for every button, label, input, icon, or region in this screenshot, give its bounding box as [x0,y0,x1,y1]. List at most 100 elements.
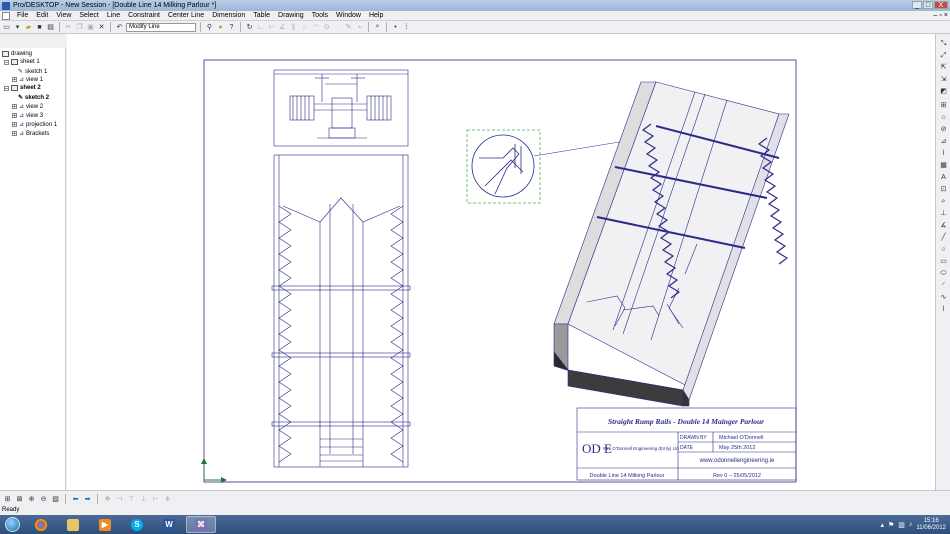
back-arrow-icon[interactable]: ⬅ [71,494,80,503]
rectangle-tool-icon[interactable]: ▭ [939,258,948,266]
sketch-tool-5-icon[interactable]: ◩ [939,88,948,96]
sketch-tool-3-icon[interactable]: ⇱ [939,64,948,72]
isometric-view[interactable] [553,81,790,407]
tree-item-sketch-2[interactable]: ✎ sketch 2 [18,94,49,102]
tree-item-view-3[interactable]: + ⊿ view 3 [12,112,43,119]
taskbar-skype[interactable]: S [122,516,152,533]
zoom-window-icon[interactable]: ⊠ [15,494,24,503]
sketch-tool-10-icon[interactable]: ⌇ [939,150,948,158]
collapse-icon[interactable]: – [4,85,9,91]
bullet-icon[interactable]: • [391,23,400,32]
grid-icon[interactable]: ⁞ [402,23,411,32]
expand-icon[interactable]: + [12,77,17,83]
clock[interactable]: 15:16 11/06/2012 [916,518,946,532]
dimension-tool-icon[interactable]: ⊥ [939,210,948,218]
maximize-button[interactable]: □ [923,1,933,9]
menu-file[interactable]: File [13,12,32,19]
doc-restore-icon[interactable]: ▫ [939,12,941,19]
menu-constraint[interactable]: Constraint [124,12,164,19]
cut-icon[interactable]: ✂ [64,23,73,32]
align-left-icon[interactable]: ⊣ [115,494,124,503]
taskbar-prodesktop[interactable]: ⌘ [186,516,216,533]
tree-item-sheet-2[interactable]: – sheet 2 [4,85,41,91]
doc-minimize-icon[interactable]: – [934,12,938,19]
point-icon[interactable]: · [333,23,342,32]
paste-icon[interactable]: ▣ [86,23,95,32]
spline-tool-icon[interactable]: ∿ [939,294,948,302]
angle-icon[interactable]: ∠ [278,23,287,32]
tangent-icon[interactable]: ⊙ [322,23,331,32]
plan-view[interactable] [271,154,411,468]
expand-icon[interactable]: + [12,131,17,137]
sketch-tool-8-icon[interactable]: ⊘ [939,126,948,134]
align-center-icon[interactable]: ⊥ [139,494,148,503]
menu-edit[interactable]: Edit [32,12,52,19]
menu-line[interactable]: Line [103,12,124,19]
sketch-tool-4-icon[interactable]: ⇲ [939,76,948,84]
dropdown-arrow-icon[interactable]: ▾ [13,23,22,32]
menu-help[interactable]: Help [365,12,387,19]
start-button[interactable] [0,515,24,534]
symbol-icon[interactable]: ⊡ [939,186,948,194]
tree-item-view-1[interactable]: + ⊿ view 1 [12,76,43,83]
parallel-icon[interactable]: ∥ [289,23,298,32]
end-view[interactable] [273,69,409,147]
search-tool-icon[interactable]: ⌕ [939,198,948,206]
circle-tool-icon[interactable]: ○ [939,246,948,254]
lightbulb-icon[interactable]: ● [216,23,225,32]
rotate-icon[interactable]: ↻ [245,23,254,32]
drawing-canvas[interactable]: Straight Rump Rails - Double 14 Mainger … [67,34,935,490]
tray-arrow-icon[interactable]: ▴ [880,521,884,529]
expand-icon[interactable]: + [12,122,17,128]
dimension-icon[interactable]: ⊢ [267,23,276,32]
menu-tools[interactable]: Tools [308,12,332,19]
pencil-icon[interactable]: ✎ [344,23,353,32]
taskbar-word[interactable]: W [154,516,184,533]
close-button[interactable]: X [934,1,948,9]
tree-item-sheet-1[interactable]: – sheet 1 [4,59,40,65]
document-icon[interactable] [2,11,10,20]
constraint-icon[interactable]: ⚲ [205,23,214,32]
zoom-icon[interactable]: ⌕ [373,23,382,32]
line-tool-icon[interactable]: ╱ [939,234,948,242]
tray-network-icon[interactable]: ▥ [898,521,905,529]
tree-item-sketch-1[interactable]: ✎ sketch 1 [18,68,47,76]
pan-icon[interactable]: ▧ [51,494,60,503]
collapse-icon[interactable]: – [4,59,9,65]
arc-tool-icon[interactable]: ◜ [939,282,948,290]
menu-table[interactable]: Table [249,12,274,19]
print-icon[interactable]: ▤ [46,23,55,32]
delete-icon[interactable]: ✕ [97,23,106,32]
distribute-icon[interactable]: ⋔ [163,494,172,503]
copy-icon[interactable]: ❐ [75,23,84,32]
arc-icon[interactable]: ◠ [311,23,320,32]
menu-window[interactable]: Window [332,12,365,19]
drawing-sheet[interactable]: Straight Rump Rails - Double 14 Mainger … [67,34,935,490]
text-tool-icon[interactable]: A [939,174,948,182]
app-icon[interactable] [2,1,10,10]
help-pointer-icon[interactable]: ? [227,23,236,32]
tray-flag-icon[interactable]: ⚑ [888,521,894,529]
line-icon[interactable]: ∟ [256,23,265,32]
open-folder-icon[interactable]: ▰ [24,23,33,32]
align-top-icon[interactable]: ⊤ [127,494,136,503]
minimize-button[interactable]: _ [912,1,922,9]
angle-tool-icon[interactable]: ∡ [939,222,948,230]
ellipse-tool-icon[interactable]: ⬭ [939,270,948,278]
tree-item-view-2[interactable]: + ⊿ view 2 [12,103,43,110]
tree-item-projection-1[interactable]: + ⊿ projection 1 [12,121,57,128]
sketch-tool-2-icon[interactable]: ⤢ [939,52,948,60]
tray-volume-icon[interactable]: ♪ [909,521,913,528]
tree-root[interactable]: drawing [2,51,32,57]
zoom-out-icon[interactable]: ⊖ [39,494,48,503]
zoom-in-icon[interactable]: ⊕ [27,494,36,503]
taskbar-chrome[interactable] [26,516,56,533]
sketch-tool-7-icon[interactable]: ⌂ [939,114,948,122]
doc-close-icon[interactable]: × [944,12,948,19]
move-icon[interactable]: ✥ [103,494,112,503]
circle-icon[interactable]: ○ [300,23,309,32]
menu-dimension[interactable]: Dimension [208,12,249,19]
sketch-tool-1-icon[interactable]: ⤡ [939,40,948,48]
trim-icon[interactable]: ⌁ [355,23,364,32]
modify-mode-select[interactable]: Modify Line [126,22,196,32]
